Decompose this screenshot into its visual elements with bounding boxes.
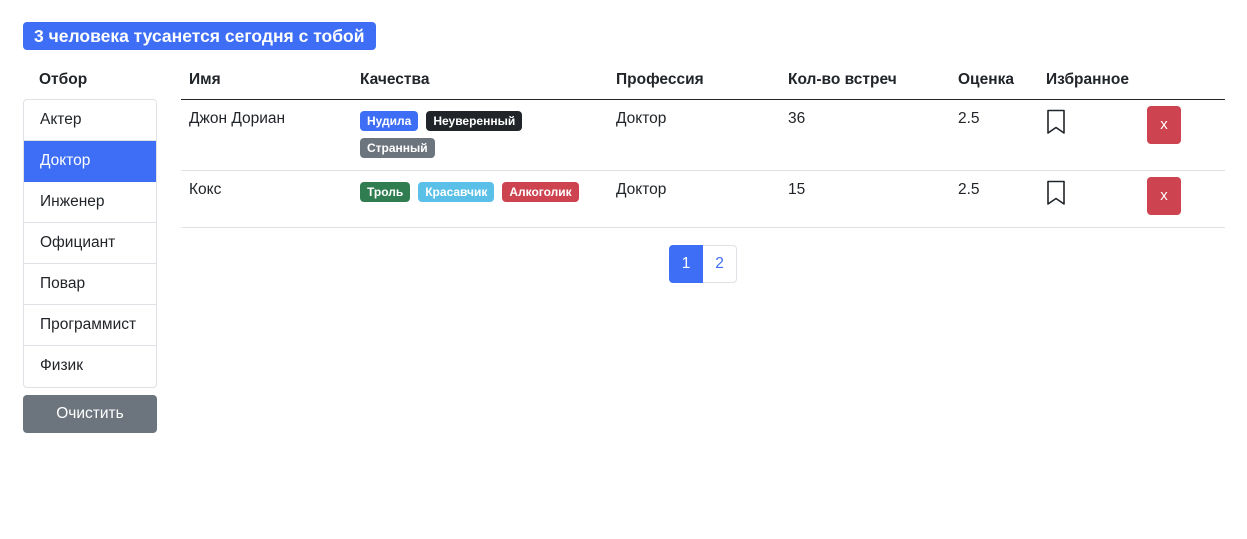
filter-item-waiter[interactable]: Официант [24, 223, 156, 264]
bookmark-icon[interactable] [1046, 180, 1066, 206]
cell-actions: x [1139, 99, 1225, 171]
delete-button[interactable]: x [1147, 176, 1181, 215]
filter-title: Отбор [39, 71, 88, 88]
filter-item-doctor[interactable]: Доктор [24, 141, 156, 182]
cell-name: Кокс [181, 170, 352, 228]
cell-favorite [1038, 99, 1139, 171]
cell-name: Джон Дориан [181, 99, 352, 171]
filter-item-actor[interactable]: Актер [24, 100, 156, 141]
clear-filter-button[interactable]: Очистить [23, 395, 157, 433]
column-header-favorite: Избранное [1038, 62, 1139, 100]
delete-button[interactable]: x [1147, 105, 1181, 144]
column-header-profession: Профессия [608, 62, 780, 100]
table-header-row: Имя Качества Профессия Кол-во встреч Оце… [181, 62, 1225, 100]
people-table-container: Имя Качества Профессия Кол-во встреч Оце… [181, 62, 1225, 228]
column-header-name: Имя [181, 62, 352, 100]
cell-profession: Доктор [608, 99, 780, 171]
cell-meetings: 36 [780, 99, 950, 171]
column-header-rating: Оценка [950, 62, 1038, 100]
page-button-1[interactable]: 1 [669, 245, 703, 283]
quality-badge: Неуверенный [426, 110, 523, 131]
bookmark-icon[interactable] [1046, 109, 1066, 135]
table-row: Джон Дориан Нудила Неуверенный Странный … [181, 99, 1225, 171]
cell-actions: x [1139, 170, 1225, 228]
cell-rating: 2.5 [950, 170, 1038, 228]
quality-badge: Троль [360, 181, 411, 202]
quality-badge: Нудила [360, 110, 419, 131]
quality-badge: Странный [360, 137, 435, 158]
profession-filter-list: Актер Доктор Инженер Официант Повар Прог… [23, 99, 157, 388]
people-table: Имя Качества Профессия Кол-во встреч Оце… [181, 62, 1225, 228]
filter-item-engineer[interactable]: Инженер [24, 182, 156, 223]
cell-meetings: 15 [780, 170, 950, 228]
filter-item-physicist[interactable]: Физик [24, 346, 156, 387]
cell-favorite [1038, 170, 1139, 228]
cell-profession: Доктор [608, 170, 780, 228]
column-header-qualities: Качества [352, 62, 608, 100]
pagination: 1 2 [669, 245, 737, 283]
column-header-actions [1139, 62, 1225, 100]
cell-qualities: Троль Красавчик Алкоголик [352, 170, 608, 228]
column-header-meetings: Кол-во встреч [780, 62, 950, 100]
cell-rating: 2.5 [950, 99, 1038, 171]
filter-item-cook[interactable]: Повар [24, 264, 156, 305]
page-button-2[interactable]: 2 [703, 245, 737, 283]
cell-qualities: Нудила Неуверенный Странный [352, 99, 608, 171]
people-count-headline: 3 человека тусанется сегодня с тобой [23, 22, 376, 50]
quality-badge: Красавчик [418, 181, 495, 202]
quality-badge: Алкоголик [502, 181, 579, 202]
filter-item-programmer[interactable]: Программист [24, 305, 156, 346]
table-row: Кокс Троль Красавчик Алкоголик Доктор 15… [181, 170, 1225, 228]
